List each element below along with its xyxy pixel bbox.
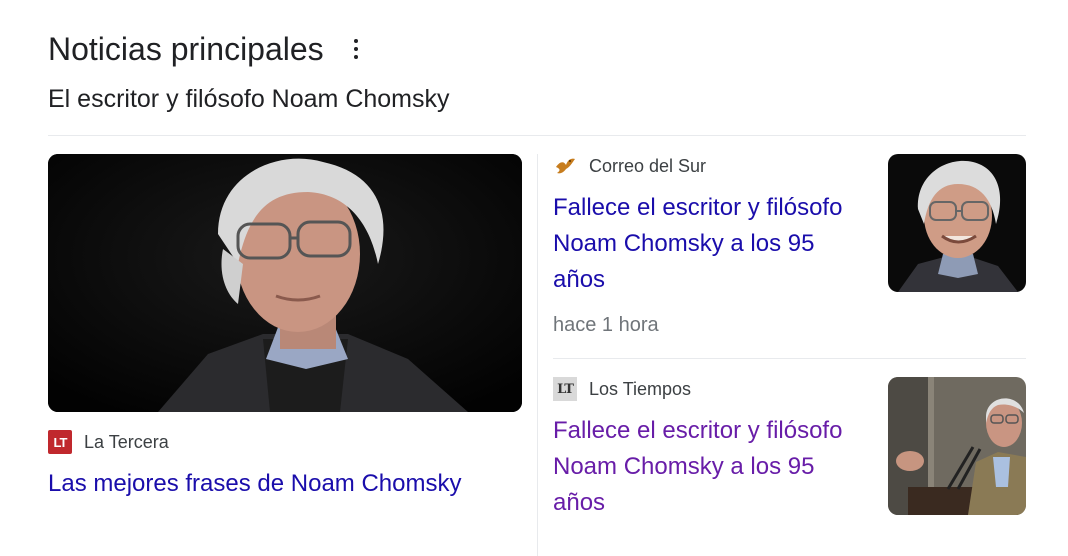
section-title: Noticias principales bbox=[48, 31, 324, 67]
source-name: Los Tiempos bbox=[589, 378, 692, 399]
source-name: Correo del Sur bbox=[589, 155, 707, 176]
more-options-icon[interactable] bbox=[346, 34, 366, 64]
story-thumbnail[interactable] bbox=[888, 154, 1026, 292]
story-source: LT Los Tiempos bbox=[553, 377, 691, 401]
divider bbox=[48, 135, 1026, 136]
section-subtitle: El escritor y filósofo Noam Chomsky bbox=[48, 85, 450, 113]
section-header: Noticias principales bbox=[48, 30, 366, 68]
story-headline[interactable]: Fallece el escritor y filósofo Noam Chom… bbox=[553, 190, 853, 298]
main-story-source: LT La Tercera bbox=[48, 430, 169, 454]
bird-logo-icon bbox=[553, 154, 577, 178]
story-source: Correo del Sur bbox=[553, 154, 706, 178]
column-divider bbox=[537, 154, 538, 556]
story-headline[interactable]: Fallece el escritor y filósofo Noam Chom… bbox=[553, 413, 853, 521]
source-name: La Tercera bbox=[84, 431, 169, 452]
story-timestamp: hace 1 hora bbox=[553, 314, 659, 336]
main-story-headline[interactable]: Las mejores frases de Noam Chomsky bbox=[48, 468, 461, 500]
los-tiempos-logo-icon: LT bbox=[553, 377, 577, 401]
divider bbox=[553, 358, 1026, 359]
main-story-image[interactable] bbox=[48, 154, 522, 412]
story-thumbnail[interactable] bbox=[888, 377, 1026, 515]
la-tercera-logo-icon: LT bbox=[48, 430, 72, 454]
main-story-card[interactable]: LT La Tercera Las mejores frases de Noam… bbox=[48, 154, 522, 497]
